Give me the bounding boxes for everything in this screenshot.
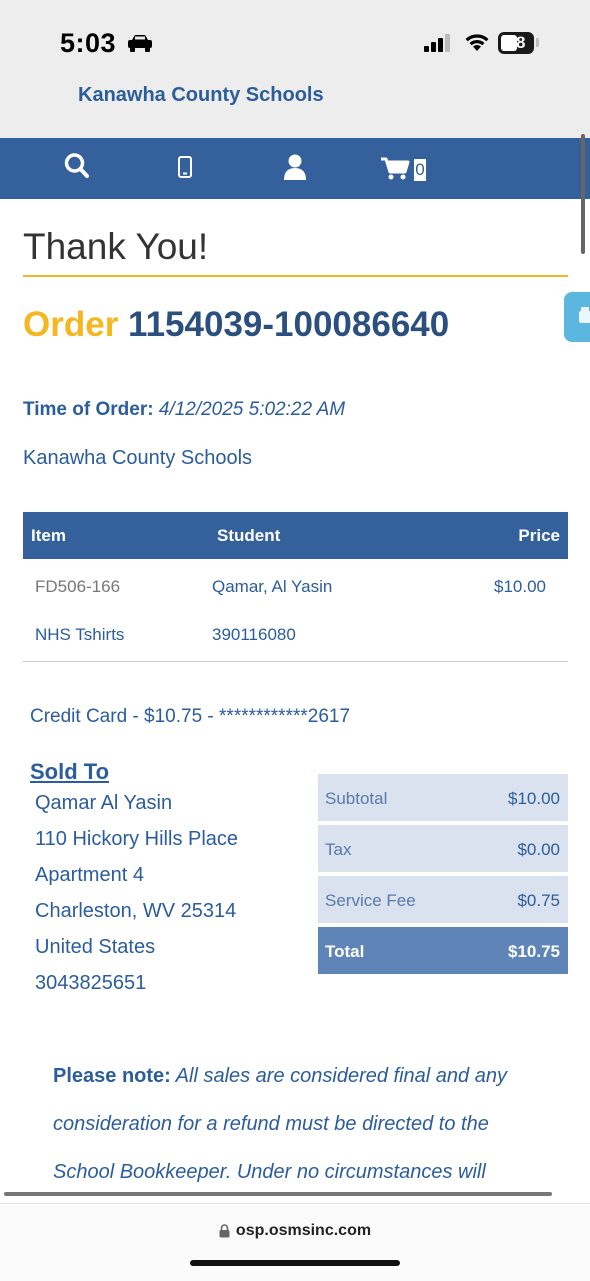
student-name: Qamar, Al Yasin [212, 577, 333, 596]
sold-to-heading: Sold To [30, 759, 110, 784]
side-feedback-tab[interactable] [564, 292, 590, 342]
address-line-1: 110 Hickory Hills Place [35, 828, 239, 850]
total-value: $10.75 [508, 942, 560, 961]
heading-divider [23, 275, 568, 277]
service-fee-value: $0.75 [517, 891, 560, 910]
search-icon[interactable] [64, 152, 90, 180]
column-header-price: Price [518, 526, 560, 545]
battery-level: 48 [506, 33, 526, 52]
car-icon [128, 35, 152, 52]
status-bar [0, 0, 590, 138]
battery-indicator: 48 [498, 32, 534, 54]
item-name: NHS Tshirts [35, 625, 125, 644]
item-price: $10.00 [494, 577, 546, 596]
column-header-item: Item [31, 526, 66, 545]
url-text: osp.osmsinc.com [235, 1222, 372, 1239]
district-name: Kanawha County Schools [23, 447, 253, 469]
tax-row: Tax $0.00 [318, 825, 568, 872]
home-indicator[interactable] [190, 1260, 400, 1266]
tax-value: $0.00 [517, 840, 560, 859]
battery-tip [536, 38, 539, 47]
payment-method: Credit Card - $10.75 - ************2617 [30, 706, 351, 727]
page-heading: Thank You! [23, 226, 209, 267]
service-fee-row: Service Fee $0.75 [318, 876, 568, 923]
subtotal-row: Subtotal $10.00 [318, 774, 568, 821]
column-header-student: Student [217, 526, 281, 545]
order-title: Order 1154039-100086640 [23, 306, 543, 343]
item-code: FD506-166 [35, 577, 121, 596]
order-word: Order [23, 305, 119, 344]
customer-name: Qamar Al Yasin [35, 792, 173, 814]
time-of-order: Time of Order: 4/12/2025 5:02:22 AM [23, 399, 345, 421]
site-title[interactable]: Kanawha County Schools [78, 84, 324, 107]
cart-count-badge[interactable]: 0 [414, 159, 426, 181]
tax-label: Tax [325, 840, 352, 859]
items-table-header: Item Student Price [23, 512, 568, 559]
time-of-order-value: 4/12/2025 5:02:22 AM [158, 399, 346, 420]
time-of-order-label: Time of Order: [23, 399, 154, 420]
subtotal-label: Subtotal [325, 789, 388, 808]
mobile-icon[interactable] [178, 156, 192, 178]
table-divider [23, 661, 568, 662]
lock-icon [219, 1224, 230, 1238]
horizontal-scrollbar[interactable] [4, 1192, 552, 1196]
printer-icon [579, 307, 590, 323]
total-row: Total $10.75 [318, 927, 568, 974]
refund-note: Please note: All sales are considered fi… [53, 1052, 553, 1196]
nav-bar [0, 138, 590, 199]
address-country: United States [35, 936, 156, 958]
address-city-state-zip: Charleston, WV 25314 [35, 900, 237, 922]
note-label: Please note: [53, 1065, 171, 1087]
customer-phone[interactable]: 3043825651 [35, 972, 146, 995]
user-icon[interactable] [283, 153, 307, 181]
cellular-signal-icon [424, 34, 450, 52]
browser-address-bar[interactable] [0, 1203, 590, 1281]
service-fee-label: Service Fee [325, 891, 416, 910]
address-line-2: Apartment 4 [35, 864, 144, 886]
subtotal-value: $10.00 [508, 789, 560, 808]
student-id: 390116080 [212, 625, 296, 644]
wifi-icon [465, 34, 489, 51]
cart-icon[interactable] [380, 156, 410, 180]
clock-time: 5:03 [60, 28, 117, 58]
total-label: Total [325, 942, 365, 961]
vertical-scrollbar[interactable] [581, 134, 585, 254]
order-number: 1154039-100086640 [128, 305, 450, 344]
url-display[interactable]: osp.osmsinc.com [0, 1222, 590, 1240]
